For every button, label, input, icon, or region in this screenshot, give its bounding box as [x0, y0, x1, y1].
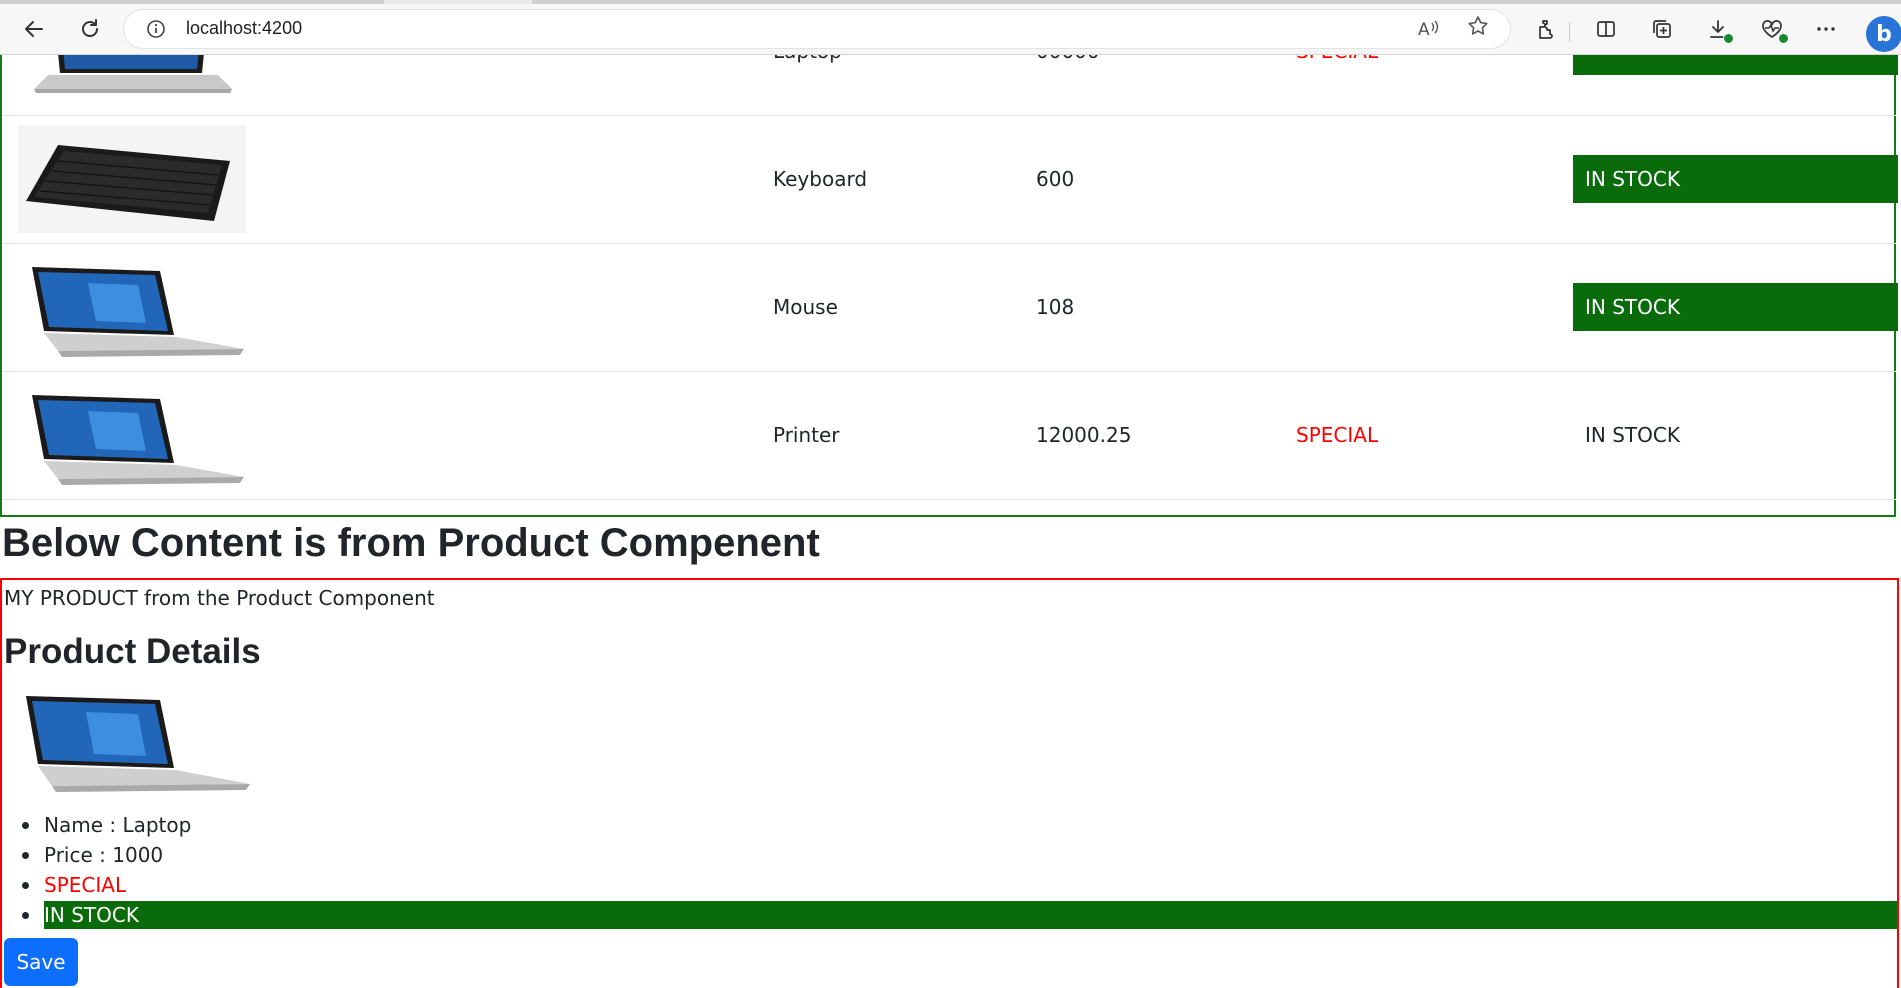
bullet — [22, 882, 29, 889]
address-bar[interactable]: localhost:4200 A — [124, 10, 1510, 48]
split-screen-icon[interactable] — [1586, 4, 1626, 54]
save-button[interactable]: Save — [4, 938, 78, 986]
collections-icon[interactable] — [1642, 4, 1682, 54]
product-name: Laptop — [773, 55, 842, 115]
product-name: Mouse — [773, 295, 838, 319]
detail-stock: IN STOCK — [44, 903, 139, 927]
bullet — [22, 912, 29, 919]
downloads-icon[interactable] — [1698, 4, 1738, 54]
table-row: Keyboard 600 IN STOCK — [4, 115, 1898, 244]
stock-label: IN STOCK — [1585, 423, 1680, 447]
laptop-image — [26, 696, 250, 792]
refresh-icon[interactable] — [70, 4, 110, 54]
more-icon[interactable] — [1806, 4, 1846, 54]
table-row: Printer 12000.25 SPECIAL IN STOCK — [4, 371, 1896, 500]
product-price: 600 — [1036, 167, 1075, 191]
copilot-icon[interactable]: b — [1866, 16, 1901, 52]
url-text[interactable]: localhost:4200 — [186, 18, 302, 39]
stock-badge: IN STOCK — [1573, 155, 1898, 203]
download-badge — [1723, 33, 1734, 44]
back-icon[interactable] — [14, 4, 54, 54]
detail-name: Name : Laptop — [44, 813, 192, 837]
product-list: Laptop 00000 SPECIAL Keyboard 600 IN — [0, 55, 1898, 517]
laptop-image — [34, 55, 232, 93]
detail-special: SPECIAL — [44, 873, 127, 897]
product-name: Keyboard — [773, 167, 868, 191]
list-item: SPECIAL — [2, 870, 1897, 900]
product-details-list: Name : Laptop Price : 1000 SPECIAL IN ST… — [2, 810, 1897, 930]
product-price: 12000.25 — [1036, 423, 1132, 447]
product-component: MY PRODUCT from the Product Component Pr… — [0, 578, 1899, 988]
product-price: 00000 — [1036, 55, 1100, 115]
list-item: IN STOCK — [2, 900, 1897, 930]
detail-price: Price : 1000 — [44, 843, 164, 867]
list-item: Price : 1000 — [2, 840, 1897, 870]
product-intro: MY PRODUCT from the Product Component — [4, 586, 435, 610]
info-icon[interactable] — [146, 19, 166, 39]
stock-badge: IN STOCK — [1573, 283, 1898, 331]
performance-badge — [1778, 33, 1789, 44]
section-heading: Below Content is from Product Compenent — [2, 521, 820, 565]
read-aloud-icon[interactable]: A — [1416, 16, 1440, 45]
page-content: Laptop 00000 SPECIAL Keyboard 600 IN — [0, 55, 1901, 988]
special-label: SPECIAL — [1296, 423, 1379, 447]
bullet — [22, 822, 29, 829]
stock-badge — [1573, 55, 1898, 75]
laptop-image — [32, 395, 244, 485]
bullet — [22, 852, 29, 859]
extensions-icon[interactable] — [1526, 4, 1566, 54]
keyboard-image — [18, 125, 246, 233]
toolbar-separator — [1569, 22, 1570, 42]
performance-icon[interactable] — [1752, 4, 1792, 54]
table-row: Mouse 108 IN STOCK — [4, 243, 1898, 372]
browser-toolbar: localhost:4200 A b — [0, 4, 1901, 55]
table-row: Laptop 00000 SPECIAL — [4, 55, 1898, 116]
favorite-icon[interactable] — [1466, 14, 1490, 44]
product-price: 108 — [1036, 295, 1075, 319]
stock-highlight — [44, 901, 1897, 929]
laptop-image — [32, 267, 244, 357]
list-item: Name : Laptop — [2, 810, 1897, 840]
product-name: Printer — [773, 423, 840, 447]
svg-text:A: A — [1418, 20, 1430, 40]
product-details-title: Product Details — [4, 632, 261, 671]
special-label: SPECIAL — [1296, 55, 1378, 115]
